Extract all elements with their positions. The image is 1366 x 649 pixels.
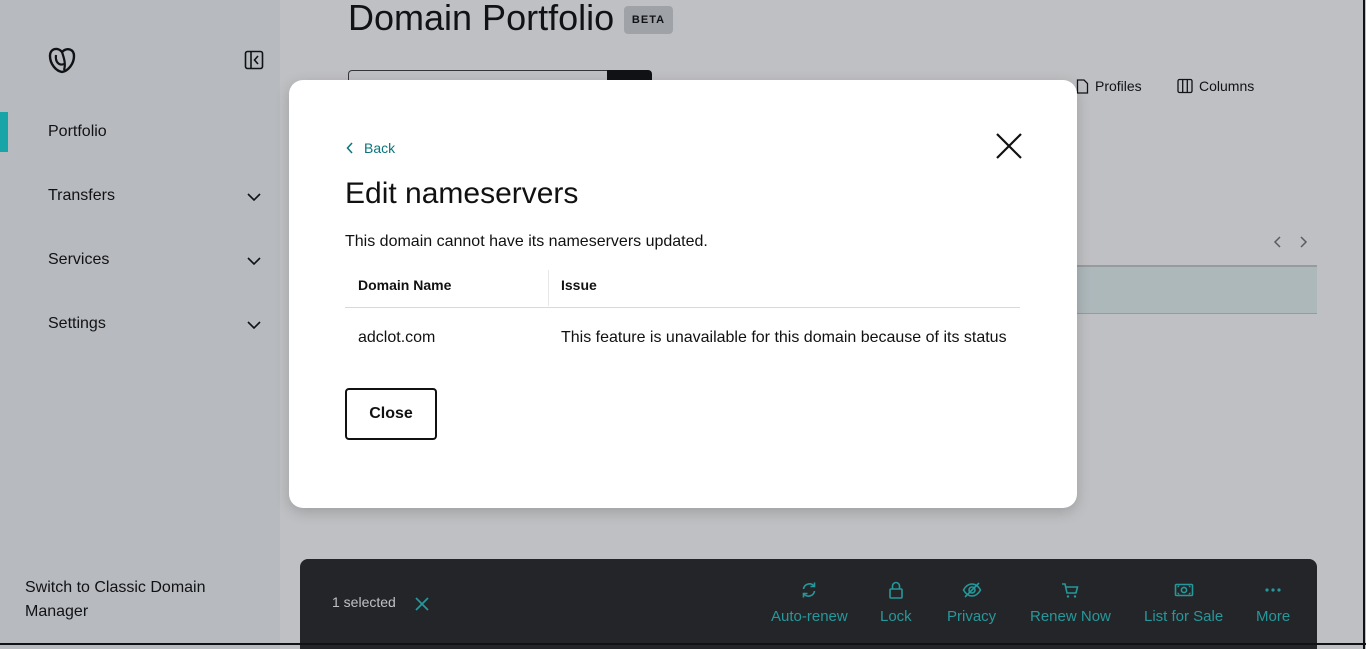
close-icon[interactable] [994,131,1024,161]
column-divider [548,270,549,306]
cell-issue: This feature is unavailable for this dom… [561,329,1007,346]
column-header-domain-name: Domain Name [358,277,452,293]
column-header-issue: Issue [561,277,597,293]
close-button[interactable]: Close [345,388,437,440]
back-link[interactable]: Back [346,140,395,156]
dialog-title: Edit nameservers [345,177,579,210]
edit-nameservers-dialog: Back Edit nameservers This domain cannot… [289,80,1077,508]
dialog-description: This domain cannot have its nameservers … [345,233,708,250]
cell-domain-name: adclot.com [358,329,436,346]
table-header-divider [345,307,1020,308]
chevron-left-icon [346,142,353,154]
back-label: Back [364,140,396,156]
